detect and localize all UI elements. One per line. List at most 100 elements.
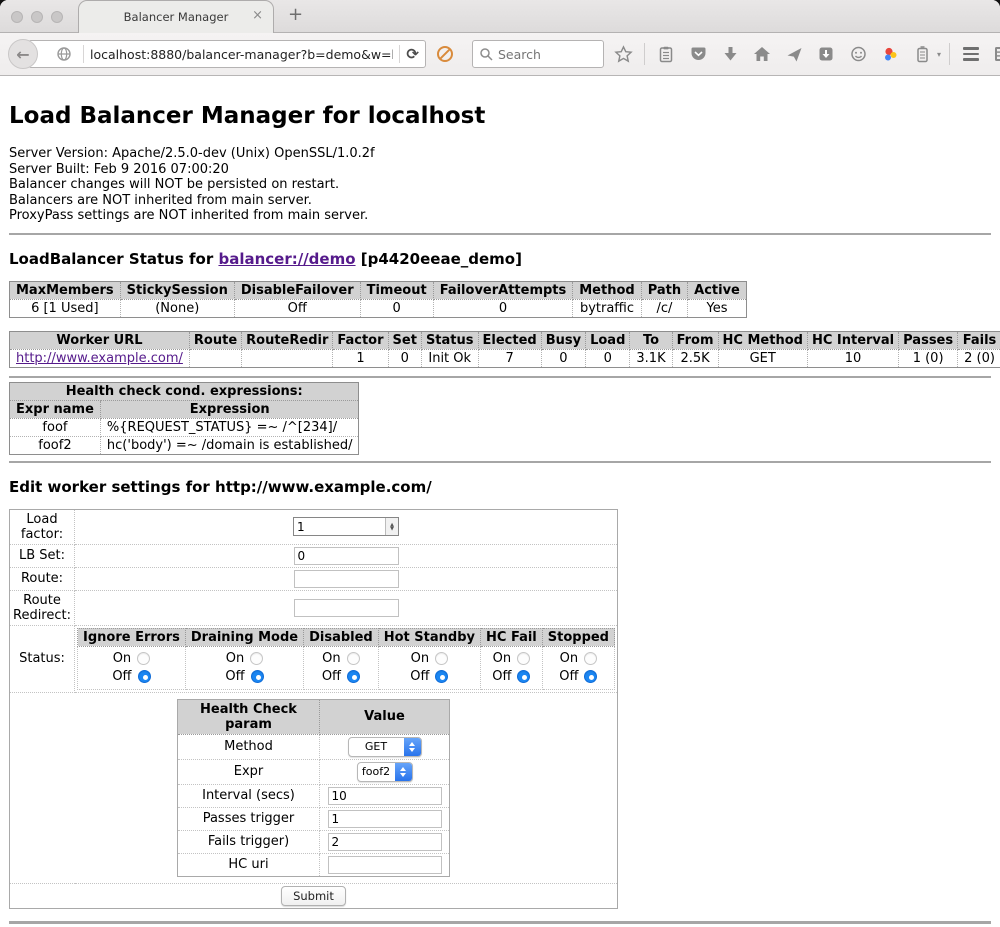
cell-method: bytraffic xyxy=(573,299,641,317)
download-icon[interactable] xyxy=(717,41,743,67)
field-label: LB Set: xyxy=(10,544,75,567)
zoom-window-button[interactable] xyxy=(51,11,63,23)
status-column-header: Disabled xyxy=(304,628,379,646)
hc-expr-select[interactable]: foof2 xyxy=(357,762,413,782)
balancer-status-table: MaxMembers StickySession DisableFailover… xyxy=(9,281,747,318)
url-text[interactable]: localhost:8880/balancer-manager?b=demo&w… xyxy=(90,47,393,62)
cell-expression: %{REQUEST_STATUS} =~ /^[234]/ xyxy=(100,418,359,436)
ignore-errors-on-radio[interactable] xyxy=(137,652,150,665)
column-header: Route xyxy=(189,331,241,349)
cell-expression: hc('body') =~ /domain is established/ xyxy=(100,436,359,454)
disabled-on-radio[interactable] xyxy=(347,652,360,665)
table-header-row: MaxMembers StickySession DisableFailover… xyxy=(10,281,747,299)
worker-table: Worker URL Route RouteRedir Factor Set S… xyxy=(9,331,1000,368)
reload-icon[interactable]: ⟳ xyxy=(406,45,419,63)
hc-method-select[interactable]: GET xyxy=(348,737,422,757)
field-label: Interval (secs) xyxy=(178,784,320,807)
column-header: Expr name xyxy=(10,400,101,418)
divider xyxy=(9,233,991,235)
cell-disablefailover: Off xyxy=(234,299,360,317)
back-button[interactable]: ← xyxy=(8,39,38,69)
disabled-off-radio[interactable] xyxy=(347,670,360,683)
heading-suffix: [p4420eeae_demo] xyxy=(356,250,522,268)
status-radio-table: Ignore Errors Draining Mode Disabled Hot… xyxy=(77,628,615,690)
table-row: foof %{REQUEST_STATUS} =~ /^[234]/ xyxy=(10,418,359,436)
column-header: MaxMembers xyxy=(10,281,121,299)
cell-routeredir xyxy=(242,349,333,367)
ignore-errors-off-radio[interactable] xyxy=(138,670,151,683)
worker-url-link[interactable]: http://www.example.com/ xyxy=(16,351,183,366)
chevron-down-icon[interactable]: ▾ xyxy=(937,50,941,59)
container-icon[interactable] xyxy=(909,41,935,67)
new-tab-button[interactable]: + xyxy=(288,4,303,25)
clipboard-icon[interactable] xyxy=(653,41,679,67)
pocket-icon[interactable] xyxy=(685,41,711,67)
cell-set: 0 xyxy=(388,349,421,367)
field-label: Load factor: xyxy=(10,509,75,544)
route-input[interactable] xyxy=(294,570,399,588)
status-column-header: Draining Mode xyxy=(185,628,303,646)
search-input[interactable] xyxy=(498,47,588,62)
submit-button[interactable]: Submit xyxy=(281,886,346,906)
hc-fails-input[interactable] xyxy=(328,833,442,851)
url-bar[interactable]: localhost:8880/balancer-manager?b=demo&w… xyxy=(28,40,426,68)
star-icon[interactable] xyxy=(610,41,636,67)
home-icon[interactable] xyxy=(749,41,775,67)
search-icon xyxy=(479,47,493,61)
draining-mode-off-radio[interactable] xyxy=(251,670,264,683)
tab-close-icon[interactable]: × xyxy=(252,9,263,22)
minimize-window-button[interactable] xyxy=(31,11,43,23)
hc-params-table: Health Check param Value Method GET xyxy=(177,699,450,877)
balancers-note-line: Balancers are NOT inherited from main se… xyxy=(9,193,991,209)
browser-window: Balancer Manager × + ← localhost:8880/ba… xyxy=(0,0,1000,927)
toolbar-separator xyxy=(644,43,645,65)
colored-dots-icon[interactable] xyxy=(877,41,903,67)
cell-active: Yes xyxy=(688,299,747,317)
status-column-header: Ignore Errors xyxy=(78,628,186,646)
cell-load: 0 xyxy=(586,349,630,367)
radio-label: On xyxy=(113,651,131,666)
send-icon[interactable] xyxy=(781,41,807,67)
toolbar-separator xyxy=(949,43,950,65)
divider xyxy=(9,376,991,378)
radio-label: On xyxy=(411,651,429,666)
selected-value: foof2 xyxy=(358,763,395,781)
menu-icon[interactable] xyxy=(958,41,984,67)
number-spinner[interactable]: ▲▼ xyxy=(385,518,398,535)
tab-balancer-manager[interactable]: Balancer Manager × xyxy=(78,0,274,33)
radio-label: On xyxy=(493,651,511,666)
select-stepper-icon xyxy=(395,763,412,781)
cell-elected: 7 xyxy=(478,349,541,367)
hot-standby-on-radio[interactable] xyxy=(435,652,448,665)
hc-method-row: Method GET xyxy=(178,734,450,759)
chat-icon[interactable] xyxy=(845,41,871,67)
hc-uri-row: HC uri xyxy=(178,853,450,876)
hc-fail-off-radio[interactable] xyxy=(517,670,530,683)
blocked-icon[interactable] xyxy=(432,41,458,67)
stopped-on-radio[interactable] xyxy=(584,652,597,665)
device-download-icon[interactable] xyxy=(813,41,839,67)
grid-icon[interactable] xyxy=(990,41,1000,67)
load-factor-input[interactable] xyxy=(294,518,385,535)
column-header: HC Method xyxy=(718,331,807,349)
draining-mode-on-radio[interactable] xyxy=(250,652,263,665)
stopped-off-radio[interactable] xyxy=(584,670,597,683)
hc-passes-input[interactable] xyxy=(328,810,442,828)
close-window-button[interactable] xyxy=(11,11,23,23)
load-factor-field[interactable]: ▲▼ xyxy=(293,517,399,536)
hc-uri-input[interactable] xyxy=(328,856,442,874)
search-bar[interactable] xyxy=(472,40,604,68)
tab-bar: Balancer Manager × + xyxy=(0,0,1000,33)
hot-standby-off-radio[interactable] xyxy=(435,670,448,683)
balancer-demo-link[interactable]: balancer://demo xyxy=(218,250,355,268)
route-redirect-input[interactable] xyxy=(294,599,399,617)
edit-worker-form: Load factor: ▲▼ LB Set: Route: Route Red… xyxy=(9,509,618,909)
radio-label: Off xyxy=(112,669,131,684)
balancer-status-heading: LoadBalancer Status for balancer://demo … xyxy=(9,250,991,268)
hc-interval-input[interactable] xyxy=(328,787,442,805)
heading-prefix: LoadBalancer Status for xyxy=(9,250,218,268)
navigation-toolbar: ← localhost:8880/balancer-manager?b=demo… xyxy=(0,33,1000,76)
lb-set-input[interactable] xyxy=(294,547,399,565)
status-column-header: Hot Standby xyxy=(378,628,480,646)
hc-fail-on-radio[interactable] xyxy=(517,652,530,665)
